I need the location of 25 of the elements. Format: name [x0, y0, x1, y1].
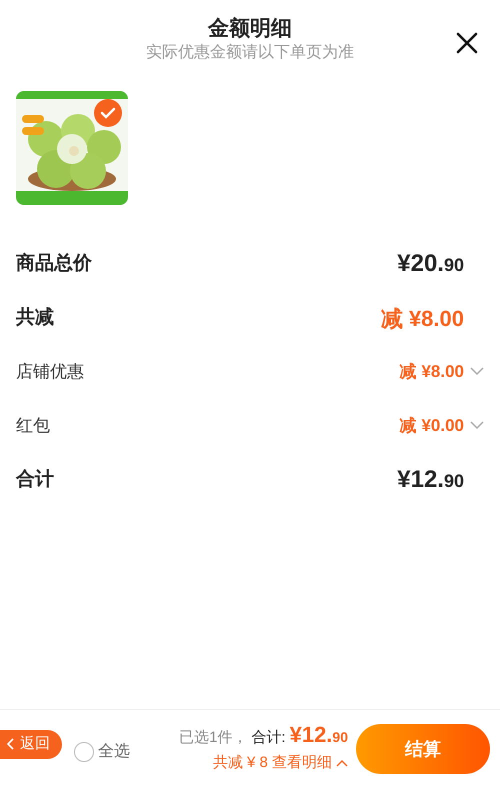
row-label: 店铺优惠: [16, 361, 84, 384]
select-all-radio[interactable]: [74, 742, 94, 762]
chevron-icon[interactable]: [470, 420, 484, 430]
panel-subtitle: 实际优惠金额请以下单页为准: [145, 42, 355, 64]
row-amount: ¥20.90: [397, 249, 464, 280]
close-icon[interactable]: [454, 30, 480, 56]
row-amount: 减 ¥8.00: [380, 304, 464, 333]
row-label: 合计: [16, 468, 54, 492]
caret-icon: [336, 759, 348, 768]
checkout-button[interactable]: 结算: [356, 724, 490, 774]
total-label: 合计:: [251, 728, 286, 748]
row-amount: 减 ¥8.00: [400, 361, 464, 384]
details-toggle[interactable]: 共减 ¥ 8 查看明细: [212, 752, 348, 774]
row-amount: ¥12.90: [397, 465, 464, 496]
back-button[interactable]: 返回: [0, 730, 62, 758]
chevron-icon[interactable]: [470, 366, 484, 376]
total-amount: ¥12.90: [290, 721, 348, 749]
row-label: 共减: [16, 306, 54, 330]
select-all-label: 全选: [98, 742, 130, 762]
row-label: 红包: [16, 415, 50, 438]
panel-title: 金额明细: [206, 16, 293, 42]
row-amount: 减 ¥0.00: [400, 415, 464, 438]
back-chevron-icon: [6, 738, 16, 750]
row-label: 商品总价: [16, 252, 92, 276]
selected-count: 已选1件，: [179, 728, 248, 748]
